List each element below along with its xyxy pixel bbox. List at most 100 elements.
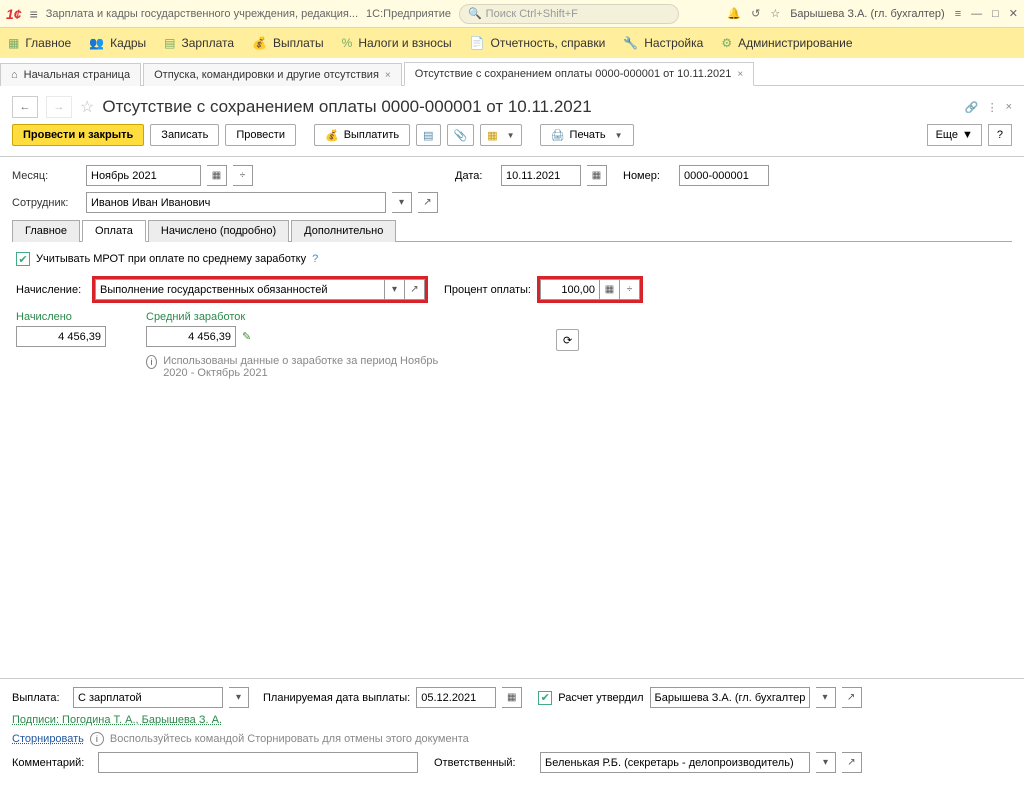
payout-field[interactable] — [73, 687, 223, 708]
bell-icon[interactable]: 🔔 — [727, 7, 741, 20]
attach-button[interactable]: 📎 — [447, 124, 475, 146]
star-icon[interactable]: ☆ — [770, 7, 780, 20]
comment-field[interactable] — [98, 752, 418, 773]
percent-field[interactable] — [540, 279, 600, 300]
doc-icon: 📄 — [470, 36, 485, 50]
toolbar: Провести и закрыть Записать Провести 💰Вы… — [0, 124, 1024, 157]
employee-field[interactable] — [86, 192, 386, 213]
clip-icon: 📎 — [454, 129, 468, 142]
help-icon[interactable]: ? — [312, 253, 318, 265]
info-icon: i — [146, 355, 157, 369]
based-icon: ▦ — [487, 129, 497, 142]
menu-reports[interactable]: 📄Отчетность, справки — [470, 36, 606, 50]
open-icon[interactable]: ↗ — [418, 192, 438, 213]
help-button[interactable]: ? — [988, 124, 1012, 146]
burger-icon[interactable]: ≡ — [30, 6, 38, 22]
calendar-icon[interactable]: ▦ — [207, 165, 227, 186]
maximize-icon[interactable]: □ — [992, 8, 999, 20]
more-button[interactable]: Еще▼ — [927, 124, 982, 146]
pencil-icon[interactable]: ✎ — [242, 330, 251, 343]
subtab-additional[interactable]: Дополнительно — [291, 220, 396, 242]
subtab-accrued-detail[interactable]: Начислено (подробно) — [148, 220, 289, 242]
history-icon[interactable]: ↺ — [751, 7, 760, 20]
lines-icon[interactable]: ≡ — [955, 8, 961, 20]
platform-name: 1С:Предприятие — [366, 8, 451, 20]
avg-value-field[interactable] — [146, 326, 236, 347]
number-field[interactable] — [679, 165, 769, 186]
spinner-icon[interactable]: ÷ — [233, 165, 253, 186]
link-icon[interactable]: 🔗 — [965, 101, 979, 114]
date-label: Дата: — [455, 170, 495, 182]
kebab-icon[interactable]: ⋮ — [987, 101, 998, 114]
dropdown-icon[interactable]: ▾ — [816, 687, 836, 708]
close-app-icon[interactable]: ✕ — [1009, 7, 1018, 20]
menu-taxes[interactable]: %Налоги и взносы — [342, 36, 452, 50]
money-icon: 💰 — [252, 36, 267, 50]
nav-back-button[interactable]: ← — [12, 96, 38, 118]
responsible-label: Ответственный: — [434, 757, 534, 769]
menu-salary[interactable]: ▤Зарплата — [164, 36, 234, 50]
refresh-button[interactable]: ⟳ — [556, 329, 579, 351]
home-icon: ⌂ — [11, 69, 18, 81]
create-based-button[interactable]: ▦▼ — [480, 124, 521, 146]
month-label: Месяц: — [12, 170, 80, 182]
storno-link[interactable]: Сторнировать — [12, 733, 84, 745]
menu-admin[interactable]: ⚙Администрирование — [721, 36, 852, 50]
calendar-icon[interactable]: ▦ — [502, 687, 522, 708]
sheet-icon: ▤ — [423, 129, 433, 142]
nav-forward-button[interactable]: → — [46, 96, 72, 118]
tab-start-page[interactable]: ⌂Начальная страница — [0, 63, 141, 86]
tab-absences-list[interactable]: Отпуска, командировки и другие отсутстви… — [143, 63, 402, 86]
print-button[interactable]: 🖨Печать▼ — [540, 124, 634, 146]
menu-staff[interactable]: 👥Кадры — [89, 36, 146, 50]
calendar-icon[interactable]: ▦ — [587, 165, 607, 186]
post-and-close-button[interactable]: Провести и закрыть — [12, 124, 144, 146]
dropdown-icon[interactable]: ▾ — [229, 687, 249, 708]
date-field[interactable] — [501, 165, 581, 186]
document-icon-button[interactable]: ▤ — [416, 124, 440, 146]
close-icon[interactable]: × — [737, 69, 743, 80]
dropdown-icon[interactable]: ▾ — [385, 279, 405, 300]
month-field[interactable] — [86, 165, 201, 186]
subtab-main[interactable]: Главное — [12, 220, 80, 242]
minimize-icon[interactable]: — — [971, 8, 982, 20]
open-icon[interactable]: ↗ — [405, 279, 425, 300]
payout-label: Выплата: — [12, 692, 67, 704]
plan-date-field[interactable] — [416, 687, 496, 708]
subtab-payment[interactable]: Оплата — [82, 220, 146, 242]
logo-1c: 1¢ — [6, 6, 22, 22]
plan-date-label: Планируемая дата выплаты: — [263, 692, 410, 704]
write-button[interactable]: Записать — [150, 124, 219, 146]
mrot-checkbox[interactable]: ✔ — [16, 252, 30, 266]
responsible-field[interactable] — [540, 752, 810, 773]
employee-label: Сотрудник: — [12, 197, 80, 209]
accrued-value-field[interactable] — [16, 326, 106, 347]
close-doc-icon[interactable]: × — [1006, 101, 1012, 114]
refresh-icon: ⟳ — [563, 334, 572, 347]
close-icon[interactable]: × — [385, 70, 391, 81]
accrual-field[interactable] — [95, 279, 385, 300]
signatures-link[interactable]: Подписи: Погодина Т. А., Барышева З. А. — [12, 714, 222, 726]
open-icon[interactable]: ↗ — [842, 752, 862, 773]
pay-button[interactable]: 💰Выплатить — [314, 124, 410, 146]
favorite-star-icon[interactable]: ☆ — [80, 97, 94, 117]
approved-field[interactable] — [650, 687, 810, 708]
accrual-label: Начисление: — [16, 284, 86, 296]
approved-checkbox[interactable]: ✔ — [538, 691, 552, 705]
post-button[interactable]: Провести — [225, 124, 296, 146]
current-user[interactable]: Барышева З.А. (гл. бухгалтер) — [790, 8, 945, 20]
menu-main[interactable]: ▦Главное — [8, 36, 71, 50]
spinner-icon[interactable]: ÷ — [620, 279, 640, 300]
dots-icon: ▦ — [8, 36, 19, 50]
form-area: Месяц: ▦ ÷ Дата: ▦ Номер: Сотрудник: ▾ ↗ — [0, 157, 1024, 213]
search-placeholder: Поиск Ctrl+Shift+F — [486, 8, 578, 20]
bottom-area: Выплата: ▾ Планируемая дата выплаты: ▦ ✔… — [0, 670, 1024, 787]
dropdown-icon[interactable]: ▾ — [816, 752, 836, 773]
open-icon[interactable]: ↗ — [842, 687, 862, 708]
menu-payouts[interactable]: 💰Выплаты — [252, 36, 324, 50]
dropdown-icon[interactable]: ▾ — [392, 192, 412, 213]
global-search[interactable]: 🔍 Поиск Ctrl+Shift+F — [459, 4, 679, 24]
calc-icon[interactable]: ▦ — [600, 279, 620, 300]
tab-current-doc[interactable]: Отсутствие с сохранением оплаты 0000-000… — [404, 62, 754, 86]
menu-settings[interactable]: 🔧Настройка — [623, 36, 703, 50]
